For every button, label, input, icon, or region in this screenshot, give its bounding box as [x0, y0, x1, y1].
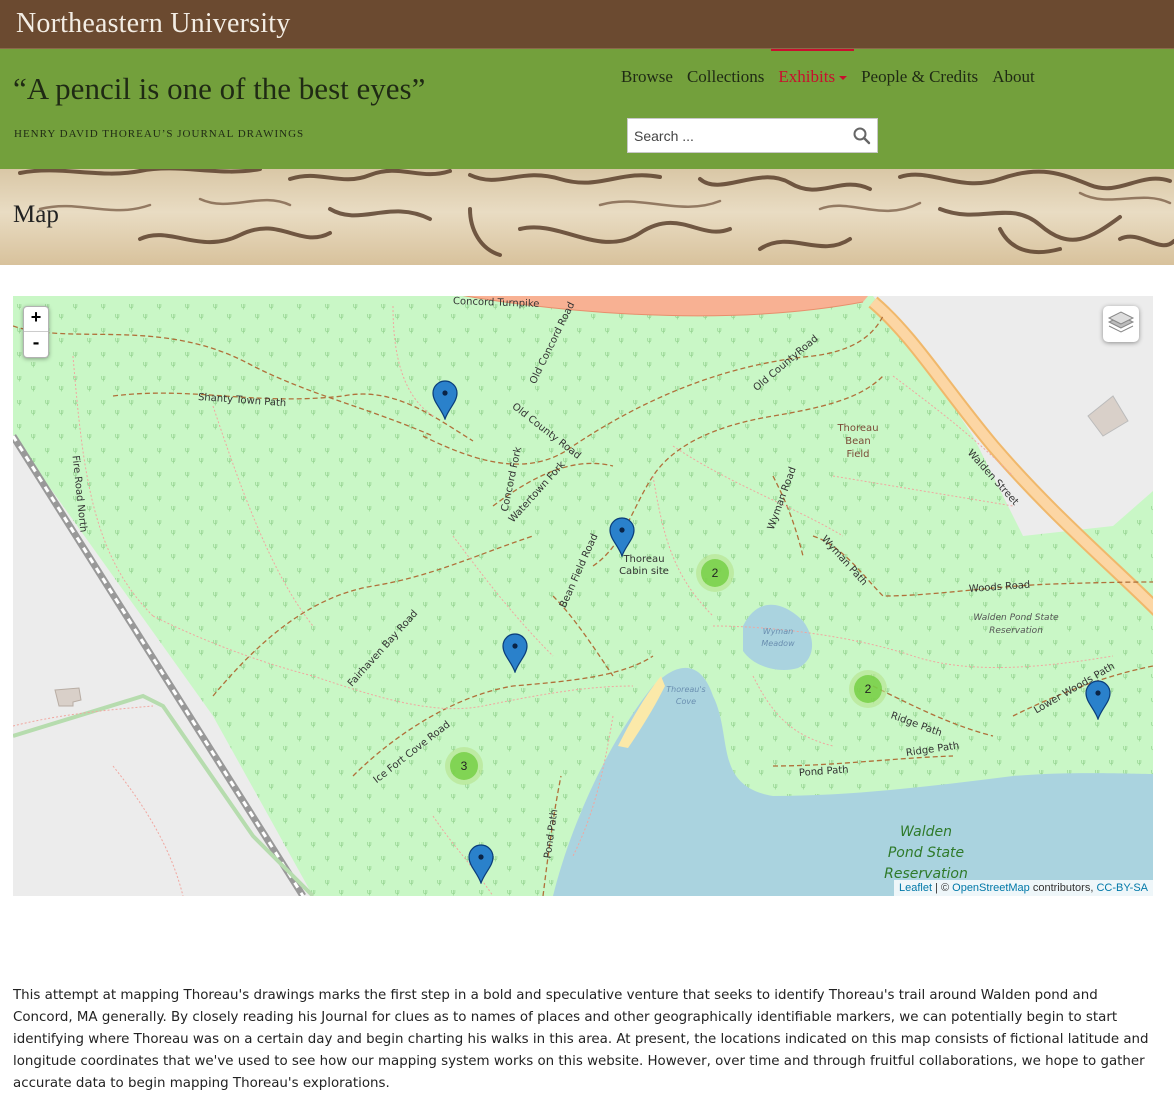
map-marker[interactable]: [467, 844, 495, 885]
map-tiles: ψ ψ: [13, 296, 1153, 896]
site-header: “A pencil is one of the best eyes” HENRY…: [0, 49, 1174, 169]
nav-label: Browse: [621, 67, 673, 86]
nav-label: Collections: [686, 67, 765, 86]
map-label: Thoreau Bean Field: [837, 423, 879, 460]
map-attribution: Leaflet | © OpenStreetMap contributors, …: [893, 880, 1153, 896]
nav-item-collections[interactable]: Collections: [680, 49, 771, 109]
page-banner: Map: [0, 169, 1174, 265]
nav-item-browse[interactable]: Browse: [614, 49, 680, 109]
page-title: Map: [13, 201, 59, 228]
license-link[interactable]: CC-BY-SA: [1096, 882, 1148, 894]
search-input[interactable]: [628, 119, 846, 152]
map-label: Walden Pond State Reservation: [884, 824, 968, 882]
map-description: This attempt at mapping Thoreau's drawin…: [13, 988, 1149, 1091]
layers-button[interactable]: [1103, 306, 1139, 342]
nav-label: Exhibits: [778, 67, 836, 86]
openstreetmap-link[interactable]: OpenStreetMap: [952, 882, 1030, 894]
search-icon[interactable]: [851, 125, 873, 147]
nav-item-about[interactable]: About: [985, 49, 1042, 109]
marker-cluster[interactable]: 3: [445, 747, 483, 785]
nav-label: People & Credits: [861, 67, 979, 86]
nav-label: About: [992, 67, 1035, 86]
map-container[interactable]: ψ ψ: [13, 296, 1153, 896]
nav-item-people-credits[interactable]: People & Credits: [854, 49, 985, 109]
site-subtitle: HENRY DAVID THOREAU’S JOURNAL DRAWINGS: [14, 128, 305, 140]
map-label: Thoreau Cabin site: [619, 554, 669, 577]
zoom-in-button[interactable]: +: [24, 307, 48, 332]
map-marker[interactable]: [1084, 680, 1112, 721]
marker-cluster[interactable]: 2: [696, 554, 734, 592]
map-label: Wyman Meadow: [761, 627, 795, 648]
handwriting-texture: [18, 169, 1174, 257]
zoom-control: + -: [23, 306, 49, 358]
main-nav: Browse Collections Exhibits People & Cre…: [614, 49, 1042, 109]
search-box: [627, 118, 878, 153]
layers-icon: [1107, 311, 1135, 333]
attribution-separator: | ©: [932, 882, 953, 894]
cluster-count: 2: [701, 559, 729, 587]
nav-item-exhibits[interactable]: Exhibits: [771, 49, 854, 109]
site-title[interactable]: “A pencil is one of the best eyes”: [13, 71, 425, 107]
zoom-out-button[interactable]: -: [24, 332, 48, 357]
attribution-contributors: contributors,: [1029, 882, 1097, 894]
cluster-count: 3: [450, 752, 478, 780]
map-marker[interactable]: [431, 380, 459, 421]
leaflet-link[interactable]: Leaflet: [899, 882, 932, 894]
marker-cluster[interactable]: 2: [849, 670, 887, 708]
map-marker[interactable]: [501, 633, 529, 674]
university-bar: Northeastern University: [0, 0, 1174, 49]
map-label: Thoreau's Cove: [666, 685, 706, 706]
map-label: Walden Pond State Reservation: [973, 613, 1059, 636]
university-logo-link[interactable]: Northeastern University: [16, 8, 290, 40]
cluster-count: 2: [854, 675, 882, 703]
map-marker[interactable]: [608, 517, 636, 558]
caret-down-icon: [839, 76, 848, 81]
